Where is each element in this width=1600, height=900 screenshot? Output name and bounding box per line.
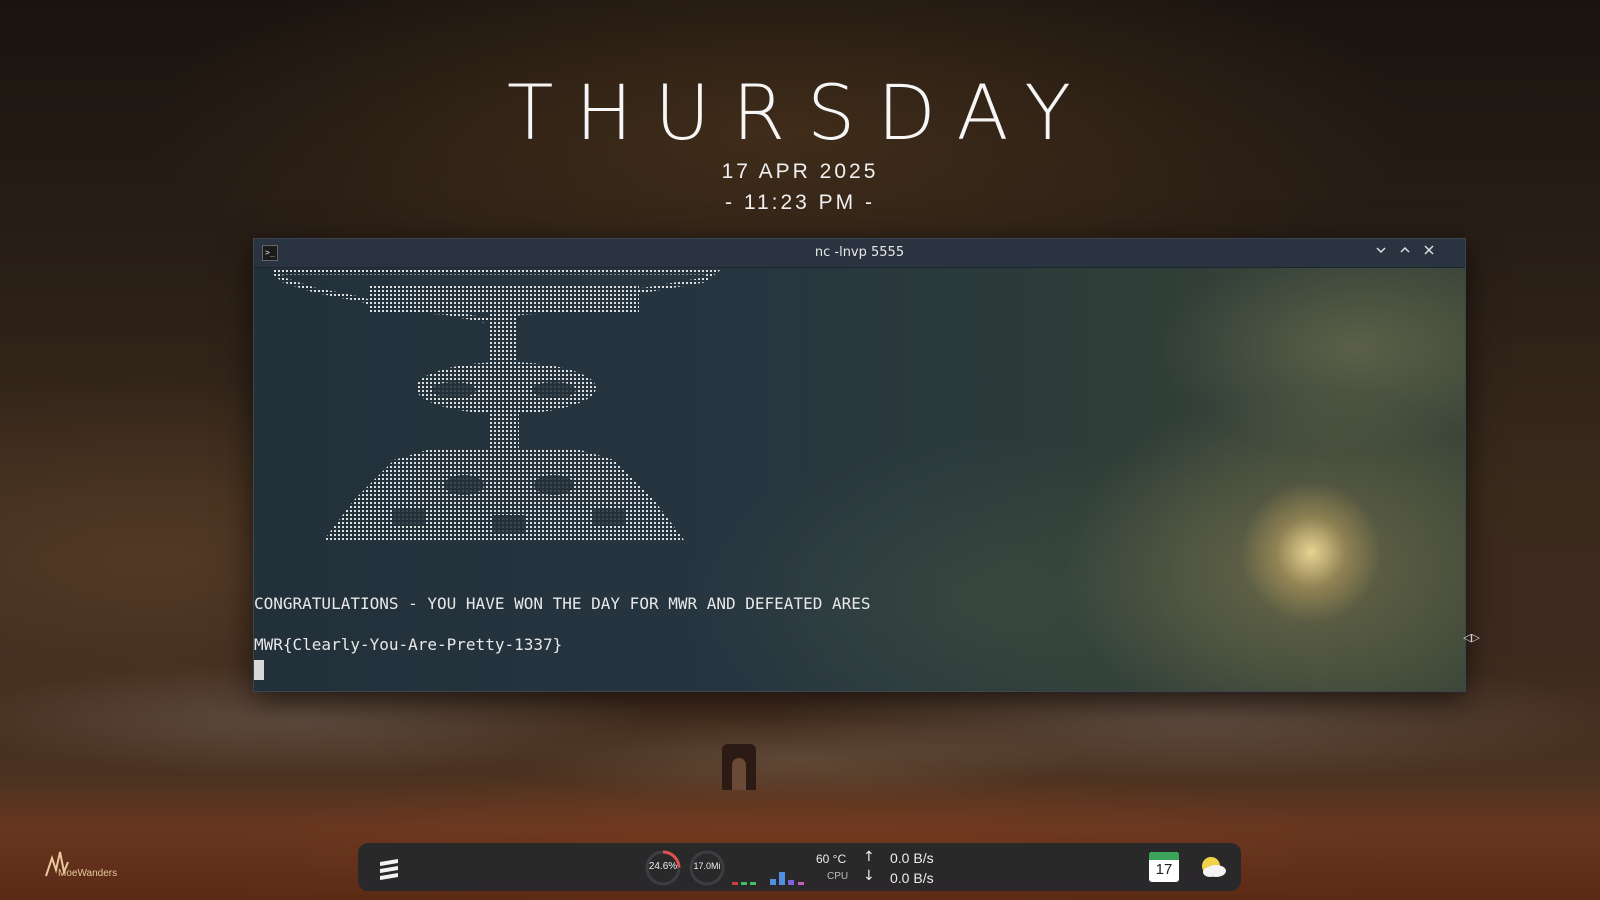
stone-arch [722,744,756,790]
cpu-label: CPU [827,871,849,882]
window-title: nc -lnvp 5555 [814,245,905,260]
terminal-output[interactable]: CONGRATULATIONS - YOU HAVE WON THE DAY F… [254,268,1465,691]
close-button[interactable] [1419,243,1439,263]
cpu-usage-gauge[interactable]: 24.6% [644,849,682,887]
download-speed: 0.0 B/s [890,870,934,886]
close-icon [1424,245,1434,255]
application-menu-button[interactable] [376,855,402,881]
day-of-week: THURSDAY [507,68,1093,157]
logo-text: MoeWanders [58,868,118,879]
chevron-down-icon [1376,247,1386,254]
cpu-usage-label: 24.6% [648,861,678,872]
terminal-cursor [254,660,264,680]
memory-label: 17.0Mi [693,861,721,871]
download-arrow-icon: ↓ [863,868,875,884]
date-label: 17 APR 2025 [721,160,879,183]
congratulations-message: CONGRATULATIONS - YOU HAVE WON THE DAY F… [254,594,871,613]
cpu-core-bars[interactable] [732,869,808,885]
flag-output: MWR{Clearly-You-Are-Pretty-1337} [254,635,563,654]
minimize-button[interactable] [1371,243,1391,263]
partly-cloudy-icon [1202,857,1226,877]
maximize-button[interactable] [1395,243,1415,263]
time-label: - 11:23 PM - [725,191,875,214]
calendar-icon[interactable]: 17 [1149,852,1179,882]
ascii-tree-art [274,270,721,540]
terminal-window[interactable]: >_ nc -lnvp 5555 CONGRATULATIONS - YOU H… [253,238,1466,692]
moewanders-logo: MoeWanders [44,848,124,888]
upload-speed: 0.0 B/s [890,850,934,866]
calendar-day: 17 [1155,861,1173,878]
taskbar: 24.6% 17.0Mi 60 °C CPU ↑ ↓ 0.0 B/s 0.0 B… [358,843,1241,891]
hamburger-menu-icon [380,859,398,880]
resize-handle-icon[interactable]: ◁▷ [1463,631,1480,644]
calendar-header [1149,852,1179,860]
window-titlebar[interactable]: >_ nc -lnvp 5555 [254,239,1465,268]
cpu-temperature: 60 °C [816,852,847,866]
memory-gauge[interactable]: 17.0Mi [688,849,726,887]
chevron-up-icon [1400,246,1410,253]
upload-arrow-icon: ↑ [863,849,875,865]
weather-button[interactable] [1198,854,1228,880]
